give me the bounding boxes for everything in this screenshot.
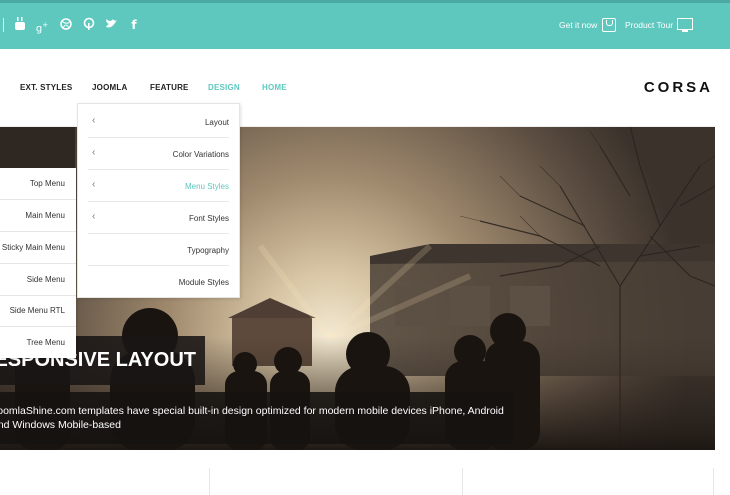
submenu-item-label: Main Menu	[25, 211, 65, 220]
site-logo[interactable]: CORSA	[644, 79, 713, 96]
dropdown-item-label: Color Variations	[172, 150, 229, 159]
dropdown-item-font-styles[interactable]: ‹ Font Styles	[88, 202, 229, 234]
submenu-item-side-menu-rtl[interactable]: Side Menu RTL	[0, 295, 76, 327]
dropdown-item-color-variations[interactable]: ‹ Color Variations	[88, 138, 229, 170]
pinterest-icon[interactable]	[82, 17, 96, 33]
design-dropdown-menu: ‹ Layout ‹ Color Variations ‹ Menu Style…	[77, 103, 240, 298]
social-divider	[3, 18, 4, 32]
submenu-item-label: Tree Menu	[26, 338, 65, 347]
get-it-now-link[interactable]: Get it now	[559, 20, 597, 30]
submenu-item-label: Side Menu	[26, 275, 65, 284]
dropdown-item-label: Font Styles	[188, 214, 229, 223]
content-area	[0, 450, 730, 495]
nav-item-ext-styles[interactable]: EXT. STYLES	[20, 83, 72, 92]
top-bar-strip	[0, 0, 730, 3]
chevron-left-icon: ‹	[92, 211, 96, 222]
submenu-item-main-menu[interactable]: Main Menu	[0, 200, 76, 232]
shopping-bag-icon[interactable]	[602, 18, 616, 32]
facebook-icon[interactable]: f	[127, 17, 141, 33]
menu-styles-submenu: Top Menu Main Menu Sticky Main Menu Side…	[0, 168, 76, 358]
top-bar: g+ f Get it now Product Tour	[0, 0, 730, 49]
column-divider	[462, 468, 463, 495]
submenu-item-label: Sticky Main Menu	[1, 243, 65, 252]
column-divider	[209, 468, 210, 495]
chevron-left-icon: ‹	[92, 147, 96, 158]
dropdown-item-menu-styles[interactable]: ‹ Menu Styles	[88, 170, 229, 202]
product-tour-link[interactable]: Product Tour	[625, 20, 673, 30]
dropdown-item-module-styles[interactable]: Module Styles	[88, 266, 229, 297]
google-plus-icon[interactable]: g+	[35, 17, 49, 34]
nav-item-joomla[interactable]: JOOMLA	[92, 83, 127, 92]
submenu-item-label: Top Menu	[29, 179, 65, 188]
dropdown-item-layout[interactable]: ‹ Layout	[88, 106, 229, 138]
submenu-item-tree-menu[interactable]: Tree Menu	[0, 327, 76, 358]
dropdown-item-typography[interactable]: Typography	[88, 234, 229, 266]
dribbble-icon[interactable]	[59, 17, 73, 33]
dropdown-item-label: Module Styles	[178, 278, 229, 287]
hero-description: JoomlaShine.com templates have special b…	[0, 392, 513, 444]
chevron-left-icon: ‹	[92, 115, 96, 126]
chevron-left-icon: ‹	[92, 179, 96, 190]
youtube-icon[interactable]	[13, 17, 27, 33]
dropdown-item-label: Menu Styles	[184, 182, 229, 191]
nav-item-design[interactable]: DESIGN	[208, 83, 240, 92]
dropdown-item-label: Typography	[187, 246, 229, 255]
nav-item-feature[interactable]: FEATURE	[150, 83, 189, 92]
submenu-item-top-menu[interactable]: Top Menu	[0, 168, 76, 200]
submenu-item-label: Side Menu RTL	[9, 306, 65, 315]
submenu-item-sticky-main-menu[interactable]: Sticky Main Menu	[0, 232, 76, 264]
twitter-icon[interactable]	[104, 17, 118, 33]
dropdown-item-label: Layout	[204, 118, 229, 127]
column-divider	[713, 468, 714, 495]
submenu-item-side-menu[interactable]: Side Menu	[0, 264, 76, 296]
monitor-icon[interactable]	[677, 18, 693, 32]
nav-item-home[interactable]: HOME	[262, 83, 287, 92]
